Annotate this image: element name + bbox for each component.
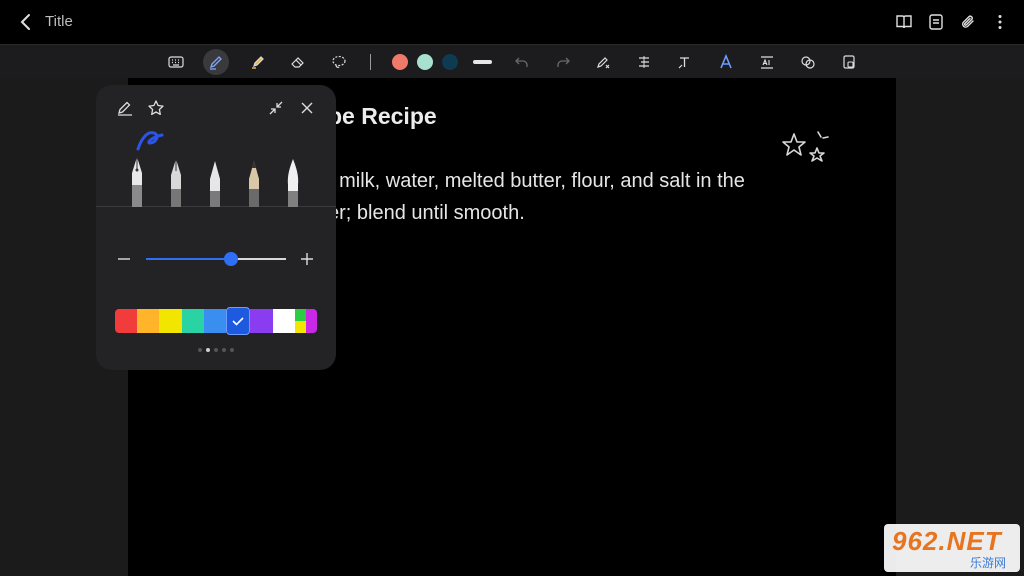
page-dot[interactable] (206, 348, 210, 352)
more-colors-chip[interactable] (294, 309, 317, 333)
book-icon[interactable] (892, 10, 916, 34)
pen-icon[interactable] (203, 49, 229, 75)
note-icon[interactable] (924, 10, 948, 34)
pen-size-slider-row (96, 245, 336, 273)
align-icon[interactable] (631, 49, 657, 75)
eraser-icon[interactable] (285, 49, 311, 75)
more-vert-icon[interactable] (988, 10, 1012, 34)
highlighter-icon[interactable] (245, 49, 271, 75)
document-text-line[interactable]: er; blend until smooth. (328, 202, 525, 225)
lasso-icon[interactable] (326, 49, 352, 75)
document-text-line[interactable]: , milk, water, melted butter, flour, and… (328, 170, 745, 193)
collapse-icon[interactable] (265, 97, 287, 119)
drawing-toolbar (0, 44, 1024, 78)
ballpoint-pen-icon[interactable] (205, 155, 225, 207)
text-style-icon[interactable] (672, 49, 698, 75)
slider-thumb[interactable] (224, 252, 239, 266)
page-dot[interactable] (214, 348, 218, 352)
palette-color-chip-selected[interactable] (226, 307, 251, 335)
font-color-icon[interactable] (713, 49, 739, 75)
checkmark-icon (232, 317, 244, 326)
color-swatch-2[interactable] (417, 54, 433, 70)
canvas-margin-right (896, 78, 1024, 576)
watermark-subtext: 乐游网 (970, 556, 1007, 570)
increase-size-icon[interactable] (299, 251, 315, 267)
star-favorite-icon[interactable] (145, 97, 167, 119)
back-arrow-icon[interactable] (14, 10, 38, 34)
page-dot[interactable] (198, 348, 202, 352)
shapes-icon[interactable] (795, 49, 821, 75)
watermark-text: 962.NET (892, 526, 1002, 556)
palette-color-chip[interactable] (137, 309, 160, 333)
pen-edit-icon[interactable] (114, 97, 136, 119)
fountain-pen-icon[interactable] (127, 155, 147, 207)
pen-settings-icon[interactable] (590, 49, 616, 75)
color-palette (115, 307, 317, 335)
stroke-width-indicator[interactable] (473, 60, 492, 64)
palette-color-chip[interactable] (203, 309, 227, 333)
slider-fill (146, 258, 232, 260)
pen-settings-panel (96, 85, 336, 370)
document-heading[interactable]: pe Recipe (328, 103, 437, 130)
redo-icon[interactable] (550, 49, 576, 75)
top-bar: Title (0, 0, 1024, 44)
color-swatch-3[interactable] (442, 54, 458, 70)
stroke-preview (136, 131, 164, 151)
palette-color-chip[interactable] (115, 309, 138, 333)
close-icon[interactable] (296, 97, 318, 119)
toolbar-divider (370, 54, 371, 70)
calligraphy-pen-icon[interactable] (166, 155, 186, 207)
palette-page-indicator (96, 348, 336, 352)
note-title[interactable]: Title (45, 13, 73, 30)
watermark-logo: 962.NET 乐游网 (884, 524, 1020, 572)
text-convert-icon[interactable] (754, 49, 780, 75)
palette-color-chip[interactable] (159, 309, 182, 333)
palette-color-chip[interactable] (272, 309, 295, 333)
palette-color-chip[interactable] (250, 309, 273, 333)
pencil-icon[interactable] (244, 155, 264, 207)
star-doodle[interactable] (782, 128, 832, 168)
undo-icon[interactable] (509, 49, 535, 75)
brush-pen-icon[interactable] (283, 155, 303, 207)
page-dot[interactable] (230, 348, 234, 352)
page-dot[interactable] (222, 348, 226, 352)
decrease-size-icon[interactable] (116, 251, 132, 267)
paperclip-icon[interactable] (956, 10, 980, 34)
lock-icon[interactable] (836, 49, 862, 75)
palette-color-chip[interactable] (181, 309, 204, 333)
pen-type-selector (96, 125, 336, 207)
color-swatch-1[interactable] (392, 54, 408, 70)
pen-size-slider[interactable] (146, 258, 286, 260)
keyboard-icon[interactable] (163, 49, 189, 75)
